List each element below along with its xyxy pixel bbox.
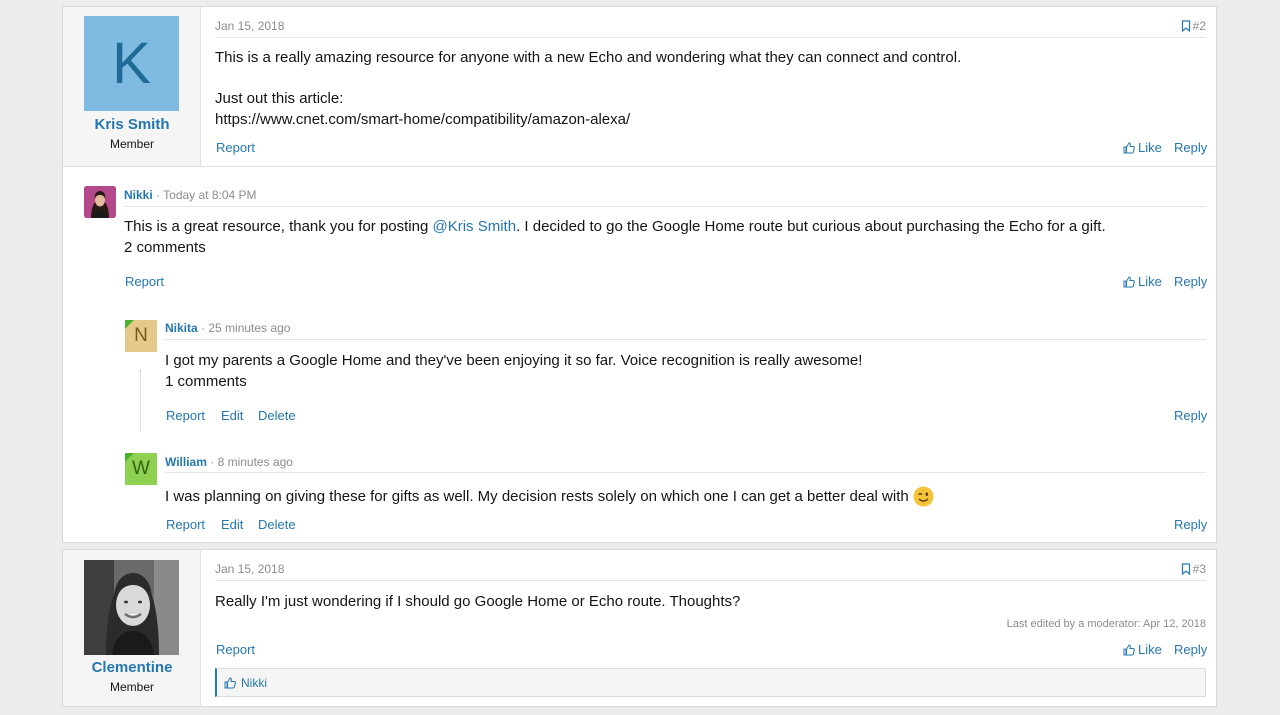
user-photo-icon [84,186,116,218]
post-3-user-column: Clementine Member [63,550,201,706]
post-text-line-2: Just out this article: [215,90,344,107]
report-button[interactable]: Report [216,140,255,155]
like-label: Like [1138,274,1162,289]
avatar[interactable]: W [125,453,157,485]
last-edited-note: Last edited by a moderator: Apr 12, 2018 [1006,618,1206,630]
reply-text-body: I was planning on giving these for gifts… [165,488,909,505]
thumbs-up-icon [1123,643,1135,655]
post-date[interactable]: Jan 15, 2018 [215,562,284,576]
reply-text: I got my parents a Google Home and they'… [165,352,863,369]
user-mention[interactable]: @Kris Smith [433,218,517,235]
reply-button[interactable]: Reply [1174,140,1207,155]
reply-button[interactable]: Reply [1174,274,1207,289]
divider [215,580,1206,581]
like-button[interactable]: Like [1123,274,1162,289]
article-link[interactable]: https://www.cnet.com/smart-home/compatib… [215,111,630,128]
post-number-label: #3 [1192,562,1206,576]
delete-button[interactable]: Delete [258,408,296,423]
like-button[interactable]: Like [1123,140,1162,155]
reply-button[interactable]: Reply [1174,517,1207,532]
edit-button[interactable]: Edit [221,408,243,423]
post-2-user-column: K Kris Smith Member [63,7,201,166]
edit-button[interactable]: Edit [221,517,243,532]
post-2: K Kris Smith Member Jan 15, 2018 #2 This… [62,6,1217,543]
avatar[interactable] [84,186,116,218]
comments-toggle[interactable]: 1 comments [165,373,247,390]
avatar[interactable] [84,560,179,655]
reply-button[interactable]: Reply [1174,408,1207,423]
bookmark-icon[interactable] [1181,20,1191,32]
reply-meta: William · 8 minutes ago [165,455,293,469]
reactions-bar: Nikki [215,668,1206,697]
comment-text-end: . I decided to go the Google Home route … [516,218,1106,235]
reply-meta: Nikita · 25 minutes ago [165,321,290,335]
thumbs-up-icon [1123,141,1135,153]
delete-button[interactable]: Delete [258,517,296,532]
report-button[interactable]: Report [166,517,205,532]
post-number[interactable]: #3 [1181,562,1206,576]
author-title: Member [109,137,154,151]
avatar-initial: K [112,31,151,96]
like-label: Like [1138,642,1162,657]
thumbs-up-icon [224,676,236,688]
avatar-initial: N [134,325,148,346]
reply-time[interactable]: · 8 minutes ago [210,455,293,469]
reply-author[interactable]: Nikita [165,321,198,335]
bookmark-icon[interactable] [1181,563,1191,575]
author-title: Member [109,680,154,694]
author-name[interactable]: Clementine [63,659,201,676]
divider [124,206,1206,207]
thread-line [140,370,141,432]
comments-toggle[interactable]: 2 comments [124,239,206,256]
comment-time[interactable]: · Today at 8:04 PM [156,188,257,202]
avatar-corner [125,320,134,329]
section-divider [63,166,1216,167]
comment-meta: Nikki · Today at 8:04 PM [124,188,257,202]
post-number[interactable]: #2 [1181,19,1206,33]
post-text-line-1: This is a really amazing resource for an… [215,49,962,66]
post-3: Clementine Member Jan 15, 2018 #3 Really… [62,549,1217,707]
avatar[interactable]: K [84,16,179,111]
comment-text: This is a great resource, thank you for … [124,218,1106,235]
reply-button[interactable]: Reply [1174,642,1207,657]
reply-text: I was planning on giving these for gifts… [165,486,934,507]
like-button[interactable]: Like [1123,642,1162,657]
post-date[interactable]: Jan 15, 2018 [215,19,284,33]
reply-time[interactable]: · 25 minutes ago [201,321,290,335]
divider [165,472,1206,473]
avatar-initial: W [132,458,150,479]
report-button[interactable]: Report [125,274,164,289]
report-button[interactable]: Report [216,642,255,657]
post-text: Really I'm just wondering if I should go… [215,593,741,610]
thumbs-up-icon [1123,275,1135,287]
report-button[interactable]: Report [166,408,205,423]
avatar[interactable]: N [125,320,157,352]
avatar-corner [125,453,134,462]
divider [215,37,1206,38]
reply-author[interactable]: William [165,455,207,469]
user-photo-icon [84,560,179,655]
divider [165,339,1206,340]
wink-emoji-icon [913,486,934,507]
reaction-user-link[interactable]: Nikki [241,676,267,690]
comment-text-start: This is a great resource, thank you for … [124,218,433,235]
comment-author[interactable]: Nikki [124,188,153,202]
post-number-label: #2 [1192,19,1206,33]
author-name[interactable]: Kris Smith [63,116,201,133]
like-label: Like [1138,140,1162,155]
